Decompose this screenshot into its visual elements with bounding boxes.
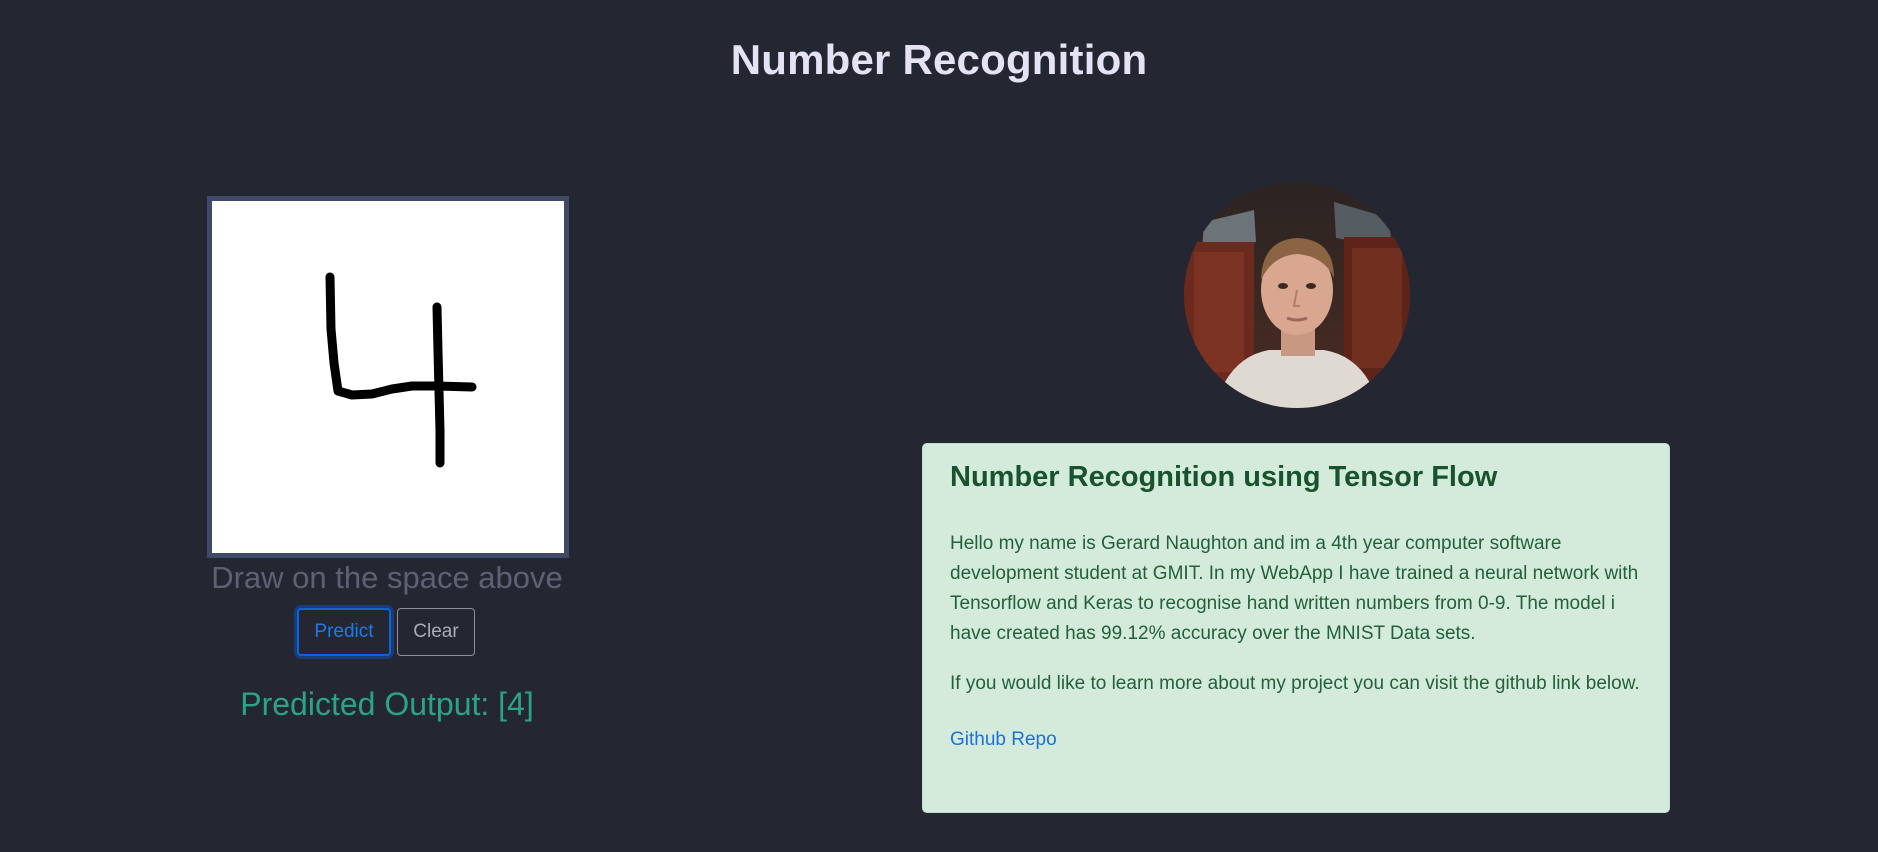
about-paragraph-intro: Hello my name is Gerard Naughton and im … — [950, 532, 1639, 644]
drawing-canvas[interactable] — [207, 196, 569, 558]
prediction-output: Predicted Output: [4] — [240, 686, 534, 722]
about-paragraph-more: If you would like to learn more about my… — [950, 672, 1640, 694]
github-repo-link[interactable]: Github Repo — [950, 729, 1057, 751]
page: Number Recognition Draw on the space abo… — [0, 0, 1878, 852]
profile-photo — [1184, 182, 1410, 408]
drawn-digit — [325, 272, 477, 468]
predict-button[interactable]: Predict — [297, 608, 391, 656]
page-title: Number Recognition — [730, 36, 1148, 83]
about-card: Number Recognition using Tensor Flow Hel… — [922, 443, 1670, 813]
draw-hint: Draw on the space above — [211, 560, 563, 595]
canvas-actions: Predict Clear — [297, 608, 475, 656]
about-heading: Number Recognition using Tensor Flow — [950, 461, 1498, 493]
clear-button[interactable]: Clear — [397, 608, 475, 656]
